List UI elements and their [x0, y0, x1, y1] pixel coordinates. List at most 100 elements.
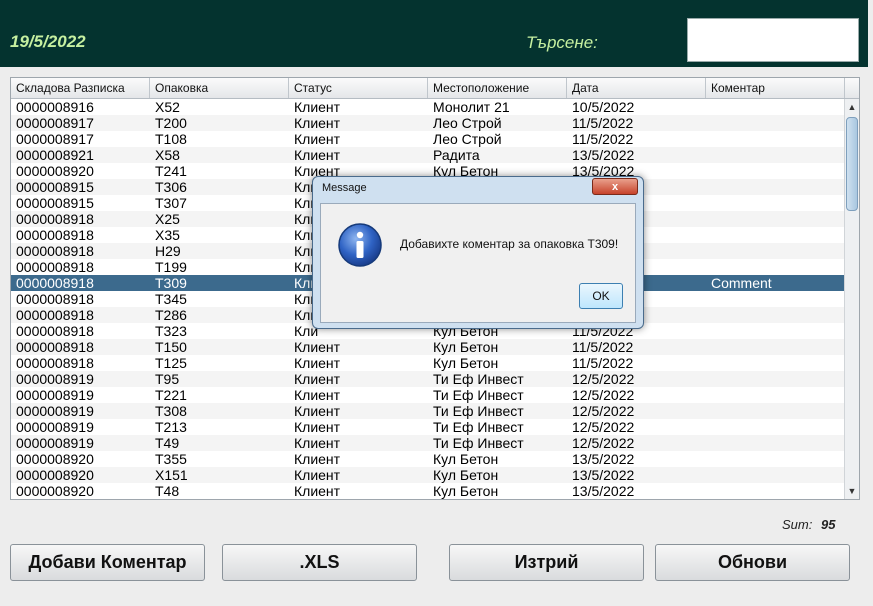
table-row[interactable]: 0000008919 T95 Клиент Ти Еф Инвест 12/5/2022: [11, 371, 845, 387]
cell-comment: Comment: [711, 275, 772, 291]
cell-package: T49: [155, 435, 180, 451]
cell-status: Клиент: [294, 115, 341, 131]
cell-date: 12/5/2022: [572, 419, 635, 435]
cell-receipt: 0000008918: [16, 243, 94, 259]
cell-package: T323: [155, 323, 187, 339]
table-row[interactable]: 0000008916 X52 Клиент Монолит 21 10/5/2022: [11, 99, 845, 115]
cell-package: T306: [155, 179, 187, 195]
cell-package: T345: [155, 291, 187, 307]
cell-comment: [706, 291, 845, 307]
cell-package: X35: [155, 227, 180, 243]
cell-package: T48: [155, 483, 180, 499]
refresh-button[interactable]: Обнови: [655, 544, 850, 581]
cell-package: X52: [155, 99, 180, 115]
arrow-down-icon[interactable]: ▼: [845, 483, 859, 499]
cell-receipt: 0000008920: [16, 163, 94, 179]
cell-package: T213: [155, 419, 187, 435]
cell-comment: [706, 307, 845, 323]
cell-package: T241: [155, 163, 187, 179]
table-row[interactable]: 0000008919 T221 Клиент Ти Еф Инвест 12/5/202…: [11, 387, 845, 403]
column-header-location[interactable]: Местоположение: [428, 78, 567, 98]
search-input[interactable]: [687, 18, 859, 62]
cell-comment: [706, 99, 845, 115]
column-header-date[interactable]: Дата: [567, 78, 706, 98]
cell-package: T355: [155, 451, 187, 467]
table-row[interactable]: 0000008918 T150 Клиент Кул Бетон 11/5/2022: [11, 339, 845, 355]
table-row[interactable]: 0000008920 X151 Клиент Кул Бетон 13/5/2022: [11, 467, 845, 483]
arrow-up-icon[interactable]: ▲: [845, 99, 859, 115]
cell-date: 11/5/2022: [572, 339, 634, 355]
cell-comment: [706, 403, 845, 419]
cell-status: Клиент: [294, 131, 341, 147]
cell-package: T221: [155, 387, 187, 403]
cell-location: Ти Еф Инвест: [433, 435, 524, 451]
cell-status: Клиент: [294, 99, 341, 115]
cell-location: Ти Еф Инвест: [433, 419, 524, 435]
table-row[interactable]: 0000008920 T48 Клиент Кул Бетон 13/5/2022: [11, 483, 845, 499]
scrollbar-thumb[interactable]: [846, 117, 858, 211]
column-header-comment[interactable]: Коментар: [706, 78, 845, 98]
cell-status: Клиент: [294, 435, 341, 451]
cell-location: Кул Бетон: [433, 339, 499, 355]
cell-receipt: 0000008918: [16, 227, 94, 243]
cell-receipt: 0000008920: [16, 483, 94, 499]
cell-comment: [706, 419, 845, 435]
vertical-scrollbar[interactable]: ▲ ▼: [844, 99, 859, 499]
cell-status: Клиент: [294, 467, 341, 483]
add-comment-button[interactable]: Добави Коментар: [10, 544, 205, 581]
table-row[interactable]: 0000008918 T125 Клиент Кул Бетон 11/5/2022: [11, 355, 845, 371]
info-icon: [338, 223, 382, 267]
cell-receipt: 0000008919: [16, 403, 94, 419]
table-row[interactable]: 0000008917 T200 Клиент Лео Строй 11/5/2022: [11, 115, 845, 131]
cell-location: Лео Строй: [433, 131, 502, 147]
cell-package: T150: [155, 339, 187, 355]
cell-date: 12/5/2022: [572, 403, 635, 419]
cell-date: 12/5/2022: [572, 387, 635, 403]
cell-receipt: 0000008918: [16, 211, 94, 227]
cell-comment: [706, 259, 845, 275]
cell-comment: [706, 227, 845, 243]
table-row[interactable]: 0000008919 T49 Клиент Ти Еф Инвест 12/5/2022: [11, 435, 845, 451]
cell-status: Клиент: [294, 403, 341, 419]
current-date: 19/5/2022: [10, 32, 86, 51]
cell-receipt: 0000008917: [16, 115, 94, 131]
table-row[interactable]: 0000008919 T213 Клиент Ти Еф Инвест 12/5/202…: [11, 419, 845, 435]
cell-receipt: 0000008918: [16, 291, 94, 307]
column-header-package[interactable]: Опаковка: [150, 78, 289, 98]
cell-date: 11/5/2022: [572, 355, 634, 371]
cell-comment: [706, 115, 845, 131]
table-row[interactable]: 0000008921 X58 Клиент Радита 13/5/2022: [11, 147, 845, 163]
cell-package: T308: [155, 403, 187, 419]
close-icon[interactable]: x: [592, 178, 638, 195]
cell-receipt: 0000008918: [16, 339, 94, 355]
cell-status: Клиент: [294, 451, 341, 467]
cell-receipt: 0000008919: [16, 419, 94, 435]
cell-package: T125: [155, 355, 187, 371]
table-row[interactable]: 0000008919 T308 Клиент Ти Еф Инвест 12/5/202…: [11, 403, 845, 419]
cell-comment: [706, 323, 845, 339]
cell-comment: [706, 483, 845, 499]
table-row[interactable]: 0000008920 T355 Клиент Кул Бетон 13/5/2022: [11, 451, 845, 467]
cell-package: T307: [155, 195, 187, 211]
cell-package: T199: [155, 259, 187, 275]
cell-package: T309: [155, 275, 187, 291]
delete-button[interactable]: Изтрий: [449, 544, 644, 581]
cell-receipt: 0000008919: [16, 387, 94, 403]
ok-button[interactable]: OK: [579, 283, 623, 309]
column-header-status[interactable]: Статус: [289, 78, 428, 98]
cell-package: X151: [155, 467, 188, 483]
cell-package: H29: [155, 243, 181, 259]
cell-location: Радита: [433, 147, 480, 163]
cell-date: 12/5/2022: [572, 371, 635, 387]
table-row[interactable]: 0000008917 T108 Клиент Лео Строй 11/5/2022: [11, 131, 845, 147]
column-header-receipt[interactable]: Складова Разписка: [11, 78, 150, 98]
cell-location: Ти Еф Инвест: [433, 387, 524, 403]
cell-package: T200: [155, 115, 187, 131]
cell-receipt: 0000008920: [16, 451, 94, 467]
cell-receipt: 0000008918: [16, 307, 94, 323]
dialog-message: Добавихте коментар за опаковка T309!: [400, 237, 619, 251]
cell-receipt: 0000008918: [16, 355, 94, 371]
cell-date: 13/5/2022: [572, 483, 635, 499]
header-bar: 19/5/2022 Търсене:: [0, 0, 868, 67]
export-xls-button[interactable]: .XLS: [222, 544, 417, 581]
